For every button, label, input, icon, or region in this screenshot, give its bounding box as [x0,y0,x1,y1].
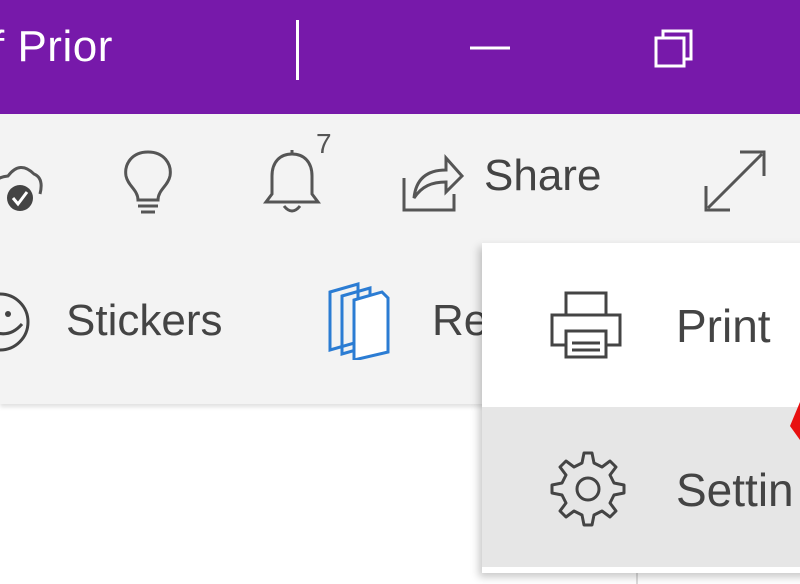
menu-item-print-label: Print [676,300,771,352]
sticker-icon [0,292,30,352]
share-label: Share [484,151,602,200]
notification-count: 7 [316,128,332,159]
minimize-icon [470,46,510,50]
window-title: f Prior [0,22,113,71]
annotation-arrow-icon [790,402,800,440]
menu-item-settings[interactable]: Settin [482,407,800,567]
menu-item-print[interactable]: Print [482,243,800,403]
menu-item-settings-label: Settin [676,464,794,516]
pages-icon [328,282,390,360]
printer-icon [550,291,622,359]
title-bar: f Prior [0,0,800,114]
minimize-button[interactable] [460,18,520,82]
title-separator [296,20,299,80]
gear-icon [550,451,626,527]
lightbulb-icon [124,150,172,214]
restore-button[interactable] [644,18,704,82]
ideas-button[interactable] [118,144,178,224]
re-label: Re [432,296,489,345]
overflow-menu: Print Settin [482,243,800,573]
fullscreen-icon [704,150,766,212]
stickers-label: Stickers [66,296,223,345]
fullscreen-button[interactable] [696,142,776,222]
cloud-sync-button[interactable] [0,148,50,228]
cloud-sync-icon [0,166,43,211]
share-icon [402,154,465,212]
restore-icon [654,29,693,68]
